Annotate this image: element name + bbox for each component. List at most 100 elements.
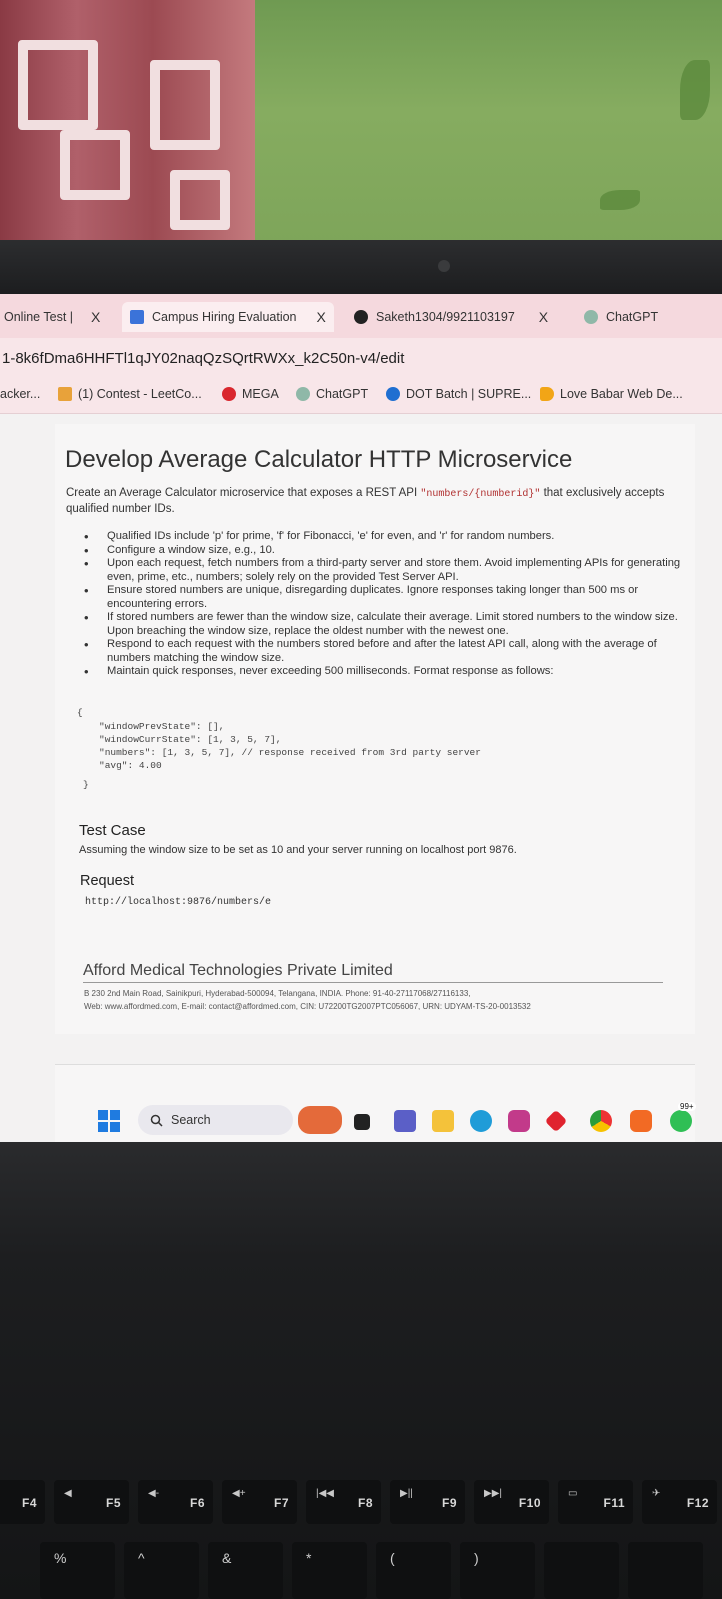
bookmark-mega[interactable]: MEGA: [222, 387, 279, 401]
key-label: F8: [357, 1496, 373, 1510]
docs-icon: [130, 310, 144, 324]
url-text: 1-8k6fDma6HHFTl1qJY02naqQzSQrtRWXx_k2C50…: [2, 349, 405, 367]
key-9[interactable]: (: [376, 1542, 451, 1599]
code-line: "windowCurrState": [1, 3, 5, 7],: [99, 734, 282, 745]
list-item: Respond to each request with the numbers…: [79, 638, 689, 665]
edge-icon[interactable]: [470, 1110, 492, 1132]
brave-icon[interactable]: [630, 1110, 652, 1132]
key-7[interactable]: &: [208, 1542, 283, 1599]
tab-label: ChatGPT: [606, 310, 659, 324]
mega-icon: [222, 387, 236, 401]
bookmarks-bar: acker... (1) Contest - LeetCo... MEGA Ch…: [0, 378, 722, 414]
document-page: Develop Average Calculator HTTP Microser…: [55, 424, 695, 1034]
curtain: [0, 0, 255, 245]
code-line: "windowPrevState": [],: [99, 721, 225, 732]
search-label: Search: [171, 1113, 211, 1127]
whatsapp-icon[interactable]: 99+: [670, 1102, 696, 1132]
previous-track-icon: |◀◀: [316, 1488, 334, 1499]
key-label: &: [222, 1550, 232, 1566]
mute-icon: ◀: [64, 1488, 72, 1499]
leetcode-icon: [58, 387, 72, 401]
task-view-icon[interactable]: [354, 1114, 370, 1130]
tab-github[interactable]: Saketh1304/9921103197 X: [354, 302, 548, 332]
key-f6[interactable]: ◀- F6: [138, 1480, 213, 1524]
key-label: F12: [686, 1496, 709, 1510]
test-case-heading: Test Case: [79, 822, 146, 839]
tab-campus-hiring[interactable]: Campus Hiring Evaluation X: [122, 302, 334, 332]
dot-batch-icon: [386, 387, 400, 401]
key-5[interactable]: %: [40, 1542, 115, 1599]
bookmark-dot-batch[interactable]: DOT Batch | SUPRE...: [386, 387, 531, 401]
key-6[interactable]: ^: [124, 1542, 199, 1599]
close-icon[interactable]: X: [317, 309, 326, 325]
webcam: [438, 260, 450, 272]
taskbar-search[interactable]: Search: [138, 1105, 293, 1135]
love-babbar-icon: [540, 387, 554, 401]
code-line: }: [83, 779, 89, 790]
key-f9[interactable]: ▶|| F9: [390, 1480, 465, 1524]
notification-badge: 99+: [678, 1102, 696, 1111]
key-equals[interactable]: [628, 1542, 703, 1599]
key-minus[interactable]: [544, 1542, 619, 1599]
code-line: "avg": 4.00: [99, 760, 162, 771]
key-label: F11: [603, 1496, 625, 1510]
inline-code: "numbers/{numberid}": [420, 489, 541, 500]
request-url: http://localhost:9876/numbers/e: [85, 897, 272, 908]
bookmark-leetcode[interactable]: (1) Contest - LeetCo...: [58, 387, 202, 401]
search-icon: [150, 1114, 163, 1127]
company-name: Afford Medical Technologies Private Limi…: [83, 962, 393, 979]
file-explorer-icon[interactable]: [432, 1110, 454, 1132]
key-f10[interactable]: ▶▶| F10: [474, 1480, 549, 1524]
key-label: ): [474, 1550, 479, 1566]
browser-tab-bar: Online Test | X Campus Hiring Evaluation…: [0, 294, 722, 338]
close-icon[interactable]: X: [91, 309, 100, 325]
key-f4[interactable]: F4: [0, 1480, 45, 1524]
key-label: ^: [138, 1550, 145, 1566]
close-icon[interactable]: X: [539, 309, 548, 325]
key-0[interactable]: ): [460, 1542, 535, 1599]
background-room: [0, 0, 722, 245]
teams-icon[interactable]: [394, 1110, 416, 1132]
key-f5[interactable]: ◀ F5: [54, 1480, 129, 1524]
display-icon: ▭: [568, 1488, 578, 1499]
tab-label: Saketh1304/9921103197: [376, 310, 515, 324]
bookmark-love-babbar[interactable]: Love Babar Web De...: [540, 387, 683, 401]
airplane-icon: ✈: [652, 1488, 661, 1499]
tab-chatgpt[interactable]: ChatGPT: [584, 302, 658, 332]
tab-online-test[interactable]: Online Test | X: [4, 302, 100, 332]
tab-label: Campus Hiring Evaluation: [152, 310, 297, 324]
diamond-app-icon[interactable]: [544, 1109, 568, 1133]
code-line: {: [77, 707, 83, 718]
laptop-keyboard: F4 ◀ F5 ◀- F6 ◀+ F7 |◀◀ F8 ▶|| F9 ▶▶| F10 ▭ F11…: [0, 1142, 722, 1599]
instagram-icon[interactable]: [508, 1110, 530, 1132]
play-pause-icon: ▶||: [400, 1488, 413, 1499]
bookmark-hacker[interactable]: acker...: [0, 387, 40, 401]
list-item: Maintain quick responses, never exceedin…: [79, 665, 689, 679]
key-8[interactable]: *: [292, 1542, 367, 1599]
key-label: F9: [441, 1496, 457, 1510]
key-label: F4: [21, 1496, 37, 1510]
windows-start-icon[interactable]: [98, 1110, 120, 1132]
widgets-icon[interactable]: [298, 1106, 342, 1134]
code-line: "numbers": [1, 3, 5, 7], // response rec…: [99, 747, 481, 758]
response-code-block: { "windowPrevState": [], "windowCurrStat…: [77, 706, 667, 792]
laptop-hinge: [0, 1142, 722, 1257]
chrome-icon[interactable]: [590, 1110, 612, 1132]
key-f12[interactable]: ✈ F12: [642, 1480, 717, 1524]
key-f7[interactable]: ◀+ F7: [222, 1480, 297, 1524]
list-item: Qualified IDs include 'p' for prime, 'f'…: [79, 530, 689, 544]
list-item: Configure a window size, e.g., 10.: [79, 544, 689, 558]
address-bar[interactable]: 1-8k6fDma6HHFTl1qJY02naqQzSQrtRWXx_k2C50…: [0, 338, 722, 378]
volume-down-icon: ◀-: [148, 1488, 160, 1499]
bookmark-label: DOT Batch | SUPRE...: [406, 387, 532, 401]
bookmark-chatgpt[interactable]: ChatGPT: [296, 387, 368, 401]
key-f8[interactable]: |◀◀ F8: [306, 1480, 381, 1524]
key-label: F5: [105, 1496, 121, 1510]
company-address: B 230 2nd Main Road, Sainikpuri, Hyderab…: [84, 989, 471, 998]
footer-divider: [83, 982, 663, 983]
key-f11[interactable]: ▭ F11: [558, 1480, 633, 1524]
intro-paragraph: Create an Average Calculator microservic…: [66, 486, 676, 517]
intro-text: Create an Average Calculator microservic…: [66, 487, 421, 499]
laptop-bezel: [0, 240, 722, 295]
bookmark-label: MEGA: [242, 387, 279, 401]
